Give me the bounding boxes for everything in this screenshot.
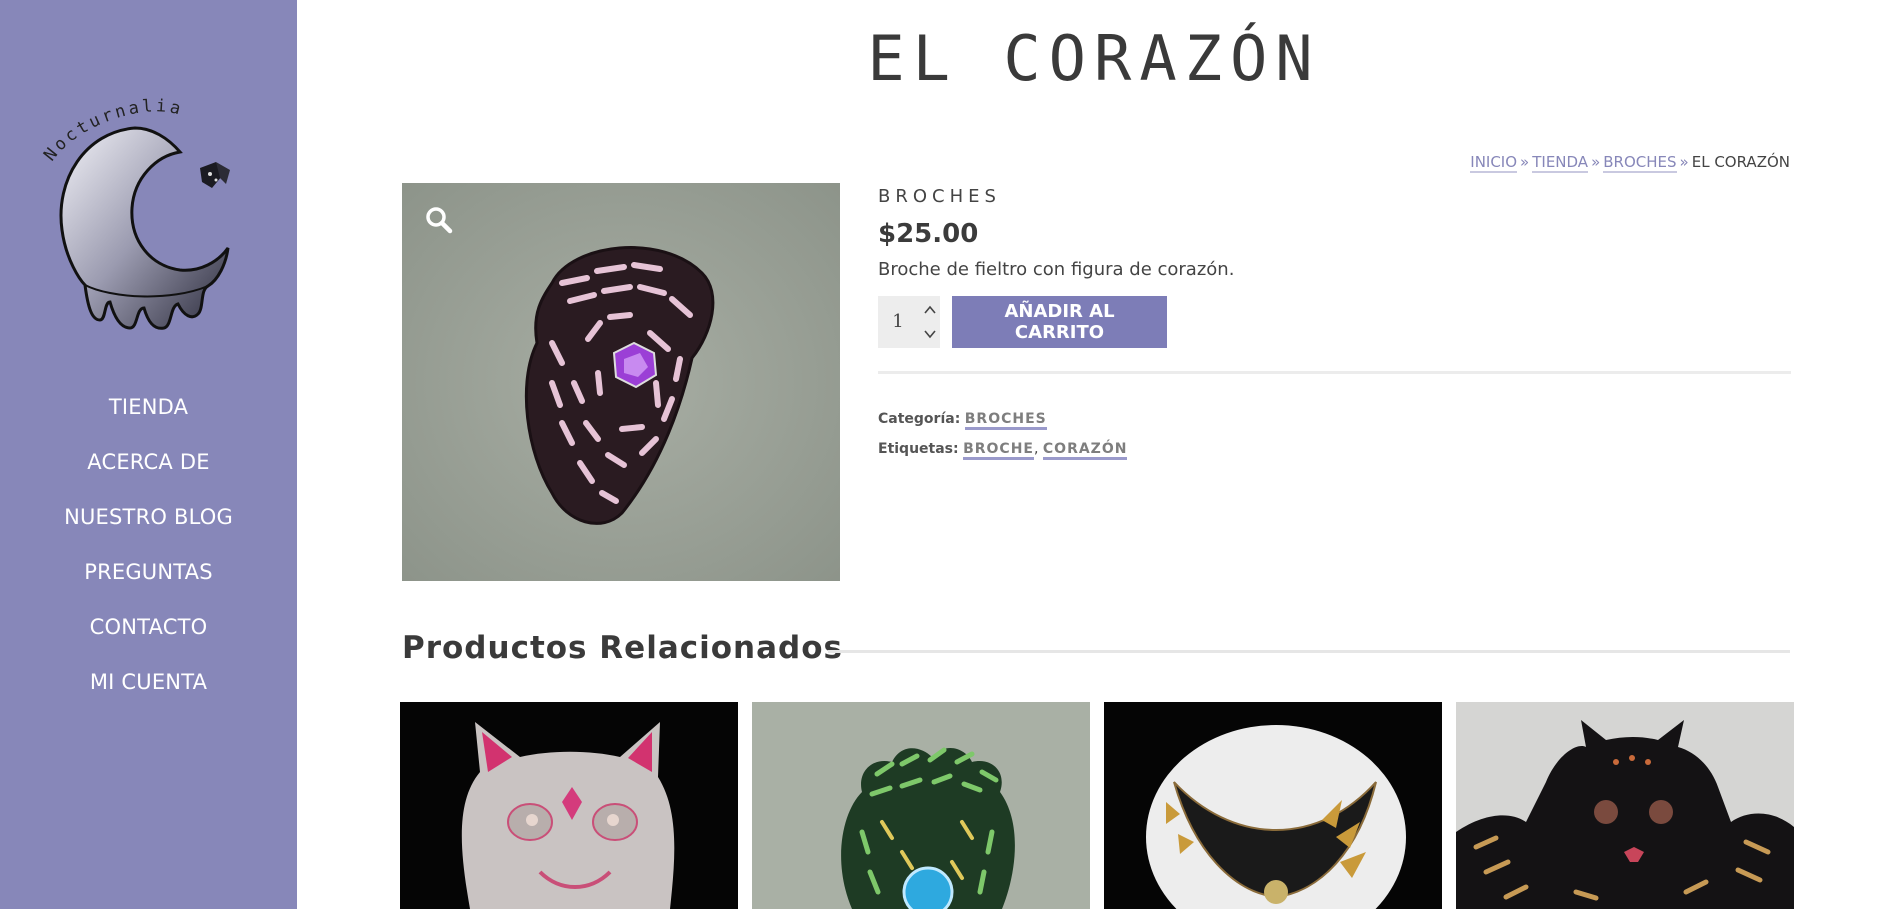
product-meta: Categoría: BROCHES Etiquetas: BROCHE, CO… xyxy=(878,404,1128,464)
green-beaded-brooch-image xyxy=(752,702,1090,909)
category-link[interactable]: BROCHES xyxy=(964,411,1047,430)
breadcrumb-separator: » xyxy=(1520,153,1530,171)
tag-separator: , xyxy=(1033,441,1039,457)
product-description: Broche de fieltro con figura de corazón. xyxy=(878,259,1235,280)
heart-brooch-image xyxy=(402,183,840,581)
related-product-card[interactable] xyxy=(1104,702,1442,909)
nav-item-mi-cuenta[interactable]: MI CUENTA xyxy=(0,655,297,710)
breadcrumb-separator: » xyxy=(1591,153,1601,171)
bat-brooch-image xyxy=(1456,702,1794,909)
related-product-card[interactable] xyxy=(400,702,738,909)
nav-item-preguntas[interactable]: PREGUNTAS xyxy=(0,545,297,600)
zoom-icon[interactable] xyxy=(424,205,454,235)
quantity-input[interactable] xyxy=(878,296,918,348)
breadcrumb-current: EL CORAZÓN xyxy=(1691,153,1790,171)
breadcrumb: INICIO» TIENDA» BROCHES» EL CORAZÓN xyxy=(1470,153,1790,173)
quantity-stepper[interactable] xyxy=(878,296,940,348)
nav-item-contacto[interactable]: CONTACTO xyxy=(0,600,297,655)
product-category-heading: BROCHES xyxy=(878,186,1001,207)
breadcrumb-inicio[interactable]: INICIO xyxy=(1470,153,1518,173)
product-summary: BROCHES $25.00 Broche de fieltro con fig… xyxy=(878,186,1791,460)
nav-item-acerca-de[interactable]: ACERCA DE xyxy=(0,435,297,490)
nav-item-tienda[interactable]: TIENDA xyxy=(0,380,297,435)
moth-icon xyxy=(200,162,230,188)
tag-link-corazon[interactable]: CORAZÓN xyxy=(1042,441,1128,460)
related-divider xyxy=(828,650,1790,653)
add-to-cart-form: AÑADIR AL CARRITO xyxy=(878,296,1791,348)
chevron-up-icon[interactable] xyxy=(922,302,938,318)
page-title: EL CORAZÓN xyxy=(867,22,1321,95)
moon-logo-icon: Nocturnalia xyxy=(40,96,230,330)
add-to-cart-button[interactable]: AÑADIR AL CARRITO xyxy=(952,296,1167,348)
product-category-row: Categoría: BROCHES xyxy=(878,404,1127,434)
related-product-card[interactable] xyxy=(1456,702,1794,909)
product-tags-row: Etiquetas: BROCHE, CORAZÓN xyxy=(878,434,1128,464)
breadcrumb-separator: » xyxy=(1679,153,1689,171)
breadcrumb-broches[interactable]: BROCHES xyxy=(1603,153,1677,173)
product-image[interactable] xyxy=(402,183,840,581)
related-product-card[interactable] xyxy=(752,702,1090,909)
related-products-heading: Productos Relacionados xyxy=(402,630,843,666)
product-price: $25.00 xyxy=(878,219,979,249)
chevron-down-icon[interactable] xyxy=(922,326,938,342)
category-label: Categoría: xyxy=(878,411,961,427)
breadcrumb-tienda[interactable]: TIENDA xyxy=(1532,153,1589,173)
site-logo[interactable]: Nocturnalia xyxy=(40,80,250,340)
tag-link-broche[interactable]: BROCHE xyxy=(963,441,1034,460)
main-nav: TIENDA ACERCA DE NUESTRO BLOG PREGUNTAS … xyxy=(0,380,297,710)
related-products-grid xyxy=(400,702,1794,909)
spiked-moon-brooch-image xyxy=(1104,702,1442,909)
nav-item-nuestro-blog[interactable]: NUESTRO BLOG xyxy=(0,490,297,545)
cat-brooch-image xyxy=(400,702,738,909)
divider xyxy=(878,371,1791,374)
tags-label: Etiquetas: xyxy=(878,441,959,457)
sidebar: Nocturnalia TIENDA ACERCA DE NUESTRO BLO… xyxy=(0,0,297,909)
